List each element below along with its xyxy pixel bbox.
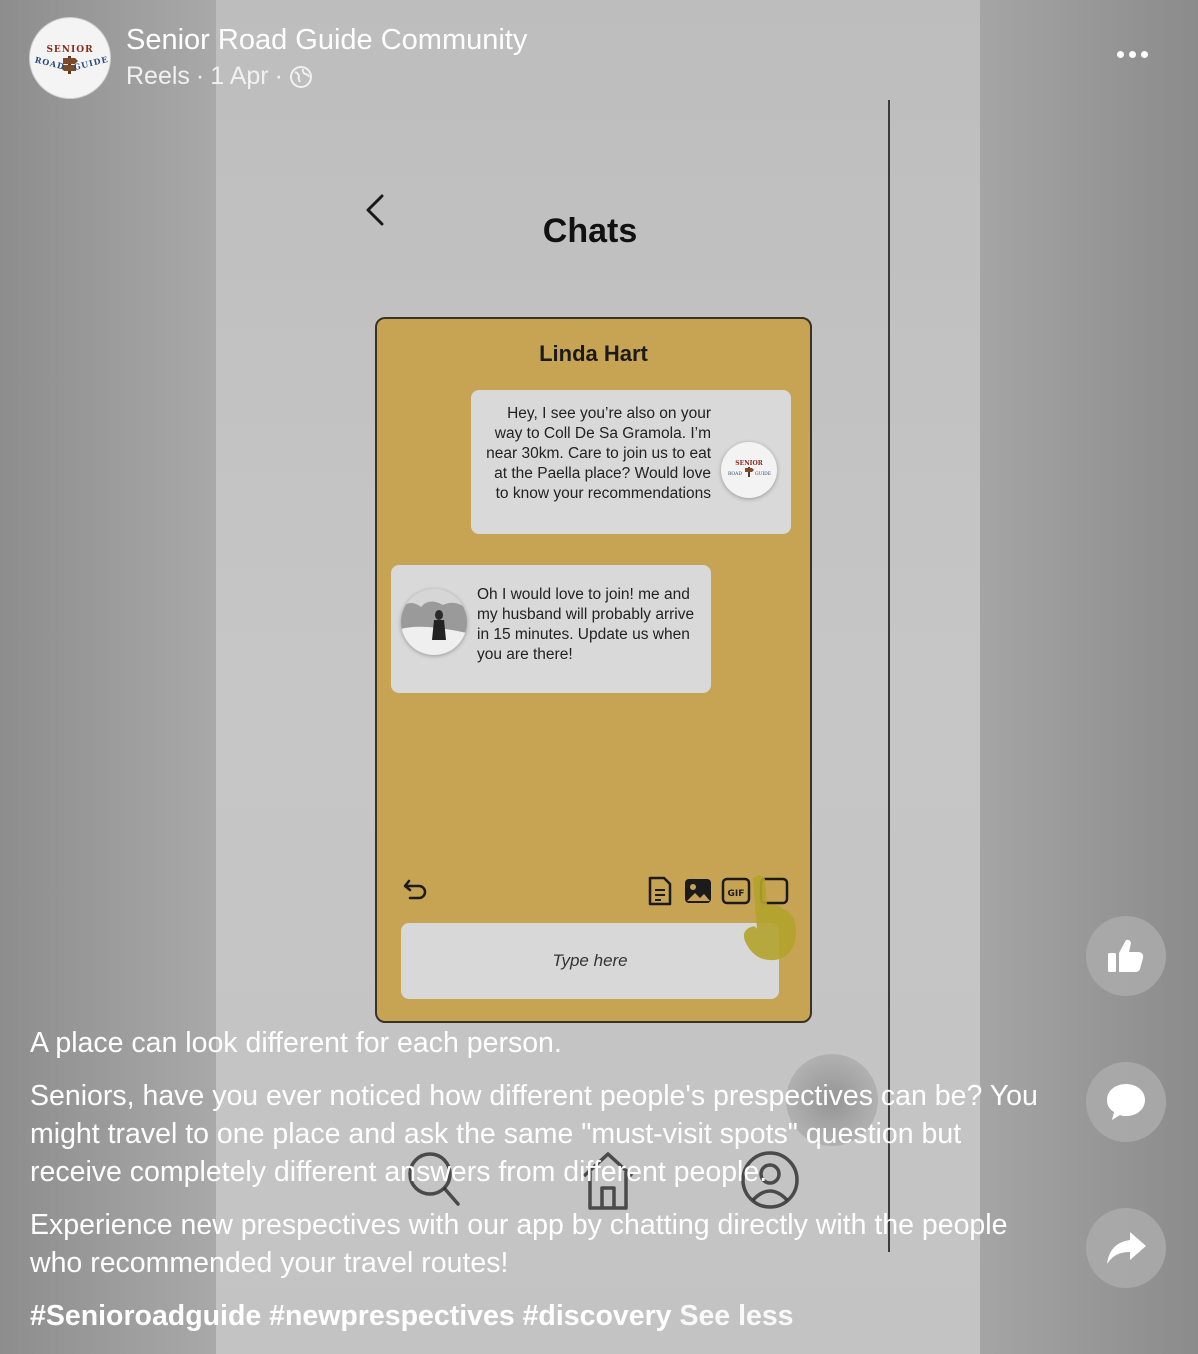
caption-hashtags-row: #Senioroadguide #newprespectives #discov… [30,1297,1050,1335]
caption-paragraph: Seniors, have you ever noticed how diffe… [30,1080,1038,1188]
caption-line: A place can look different for each pers… [30,1027,562,1059]
message-text: Oh I would love to join! me and my husba… [477,586,695,663]
comment-icon [1107,1084,1145,1120]
share-icon [1107,1232,1146,1264]
hashtags[interactable]: #Senioroadguide #newprespectives #discov… [30,1300,672,1332]
message-bubble-incoming[interactable]: Oh I would love to join! me and my husba… [391,565,711,693]
more-options-button[interactable] [1108,38,1156,70]
message-text: Hey, I see you’re also on your way to Co… [486,405,711,502]
person-photo-icon [401,589,467,655]
more-dot [1128,50,1136,58]
screen-title: Chats [542,212,638,250]
signpost-icon: SENIOR ROAD GUIDE [728,460,771,477]
like-icon [1108,939,1144,972]
meta-separator: · [195,62,205,90]
comment-button[interactable] [1086,1062,1166,1142]
chat-panel: Linda Hart Hey, I see you’re also on you… [375,317,812,1023]
meta-separator: · [274,62,283,90]
post-date[interactable]: 1 Apr [210,62,268,91]
caption-paragraph: Experience new prespectives with our app… [30,1209,1008,1279]
globe-icon [289,65,312,88]
sender-avatar: SENIOR ROAD GUIDE [721,442,777,498]
more-dot [1140,50,1148,58]
chat-contact-name: Linda Hart [539,341,648,366]
svg-text:SENIOR: SENIOR [735,460,763,467]
share-button[interactable] [1086,1208,1166,1288]
undo-icon[interactable] [401,875,431,905]
like-button[interactable] [1086,916,1166,996]
post-caption: A place can look different for each pers… [30,1024,1050,1350]
more-horizontal-icon [1116,50,1124,58]
post-meta: Reels · 1 Apr · [126,62,313,91]
page-avatar[interactable]: SENIOR ROAD GUIDE [30,18,110,98]
svg-text:ROAD: ROAD [728,471,742,477]
message-input[interactable] [401,923,779,999]
contact-avatar [401,589,467,655]
message-bubble-outgoing[interactable]: Hey, I see you’re also on your way to Co… [471,390,791,534]
chevron-left-icon[interactable] [360,190,390,230]
tap-hand-icon [743,875,797,961]
page-name[interactable]: Senior Road Guide Community [126,24,527,57]
post-type[interactable]: Reels [126,62,190,91]
svg-text:GUIDE: GUIDE [755,471,771,477]
image-icon[interactable] [683,875,713,907]
document-icon[interactable] [645,875,675,907]
see-less-link[interactable]: See less [679,1300,793,1332]
